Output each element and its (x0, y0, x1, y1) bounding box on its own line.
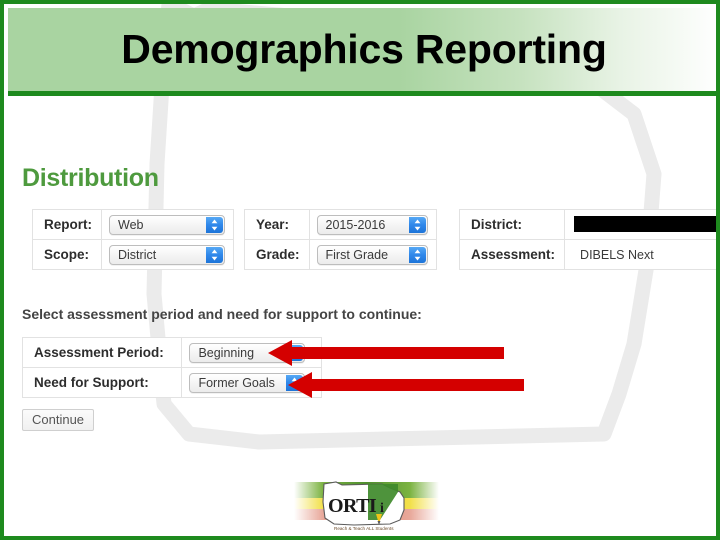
table-row: Year: 2015-2016 (244, 209, 437, 240)
scope-select[interactable]: District (109, 244, 225, 265)
slide-title-banner: Demographics Reporting (8, 8, 716, 96)
field-report: Web (101, 209, 234, 240)
stepper-icon[interactable] (206, 216, 223, 233)
svg-text:i: i (380, 501, 384, 516)
table-row: District: (458, 209, 716, 240)
label-need-for-support: Need for Support: (21, 367, 183, 398)
label-report: Report: (32, 209, 102, 240)
report-select[interactable]: Web (109, 214, 225, 235)
label-scope: Scope: (32, 239, 102, 270)
field-year: 2015-2016 (308, 209, 437, 240)
label-assessment-period: Assessment Period: (21, 337, 183, 368)
field-district (564, 209, 716, 240)
label-year: Year: (244, 209, 310, 240)
field-scope: District (101, 239, 234, 270)
table-row: Assessment: DIBELS Next (458, 239, 716, 270)
arrow-to-assessment-period (268, 340, 504, 366)
distribution-table-middle: Year: 2015-2016 Grade: First Grade (244, 209, 437, 270)
slide-frame: Demographics Reporting Distribution Repo… (0, 0, 720, 540)
field-assessment: DIBELS Next (564, 239, 716, 270)
table-row: Need for Support: Former Goals (21, 367, 322, 398)
arrow-to-need-for-support (288, 372, 524, 398)
ortii-logo: ORTI i Reach & Teach ALL Students (294, 481, 439, 531)
stepper-icon[interactable] (408, 246, 426, 263)
district-redaction-bar (574, 216, 716, 233)
application-screenshot: Distribution Report: Web Scope: District… (12, 154, 716, 454)
year-select[interactable]: 2015-2016 (316, 214, 428, 235)
distribution-table-left: Report: Web Scope: District (32, 209, 234, 270)
table-row: Scope: District (32, 239, 234, 270)
table-row: Grade: First Grade (244, 239, 437, 270)
page-title: Demographics Reporting (121, 26, 607, 72)
section-heading-distribution: Distribution (22, 164, 159, 192)
label-grade: Grade: (244, 239, 310, 270)
instruction-text: Select assessment period and need for su… (22, 306, 422, 322)
distribution-table-right: District: Assessment: DIBELS Next (458, 209, 716, 270)
label-assessment: Assessment: (458, 239, 566, 270)
assessment-value: DIBELS Next (580, 247, 654, 262)
ortii-tagline: Reach & Teach ALL Students (334, 526, 394, 531)
stepper-icon[interactable] (206, 246, 223, 263)
label-district: District: (458, 209, 566, 240)
table-row: Report: Web (32, 209, 234, 240)
svg-text:ORTI: ORTI (328, 495, 377, 517)
stepper-icon[interactable] (408, 216, 426, 233)
continue-button[interactable]: Continue (22, 409, 95, 431)
field-grade: First Grade (308, 239, 437, 270)
grade-select[interactable]: First Grade (316, 244, 428, 265)
